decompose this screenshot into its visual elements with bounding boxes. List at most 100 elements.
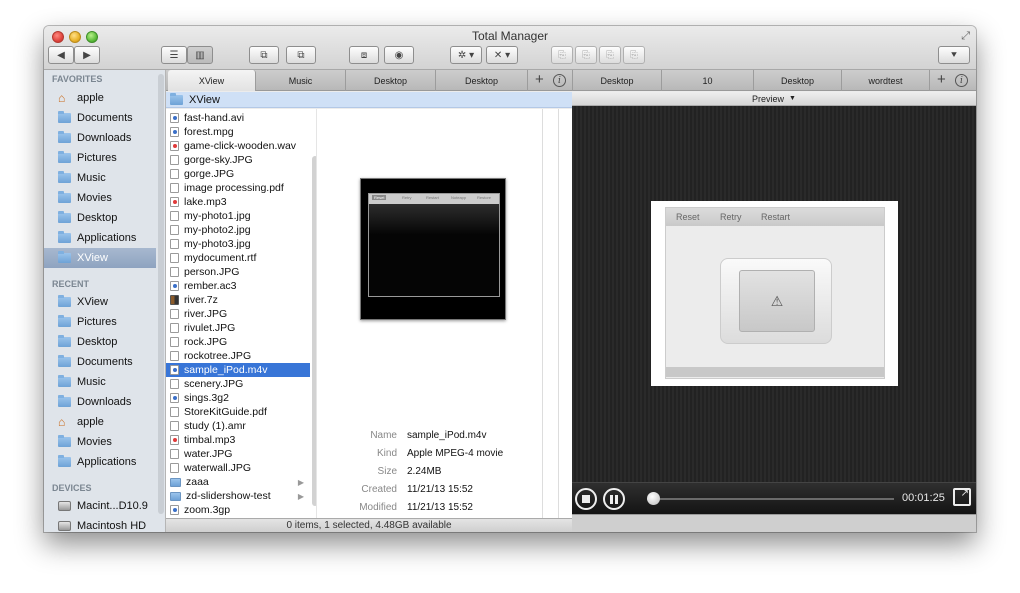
tab-right-4[interactable]: wordtest [842,70,930,91]
list-item[interactable]: study (1).amr [166,419,310,433]
list-item[interactable]: zoom.3gp [166,503,310,517]
back-button[interactable]: ◀ [48,46,74,64]
window-title: Total Manager [471,29,549,43]
tab-right-1[interactable]: Desktop [572,70,662,91]
sidebar-item-documents[interactable]: Documents [44,108,156,128]
export-icon[interactable]: ↗ [953,488,971,506]
action-menu-button[interactable]: ✲ ▾ [450,46,482,64]
sidebar-item-desktop[interactable]: Desktop [44,208,156,228]
list-item[interactable]: rock.JPG [166,335,310,349]
list-item[interactable]: scenery.JPG [166,377,310,391]
doc-button-4[interactable]: ⎘ [623,46,645,64]
recent-item-apple[interactable]: ⌂ apple [44,412,156,432]
forward-button[interactable]: ▶ [74,46,100,64]
tab-left-1[interactable]: XView [168,70,256,91]
sidebar-item-pictures[interactable]: Pictures [44,148,156,168]
add-tab-left-icon[interactable]: + [535,71,544,88]
add-tab-right-icon[interactable]: + [937,71,946,88]
terminal-button[interactable]: ⧈ [349,46,379,64]
folder-icon [58,295,71,307]
path-bar[interactable]: XView [166,92,572,108]
quicklook-button[interactable]: ◉ [384,46,414,64]
progress-track[interactable] [647,498,894,500]
recent-item-movies[interactable]: Movies [44,432,156,452]
list-item[interactable]: water.JPG [166,447,310,461]
copy-path-button[interactable]: ⧉ [249,46,279,64]
list-item[interactable]: StoreKitGuide.pdf [166,405,310,419]
doc-button-2[interactable]: ⎘ [575,46,597,64]
folder-icon [58,395,71,407]
column-divider[interactable] [558,109,559,518]
sidebar-scrollbar[interactable] [158,74,164,514]
sidebar-item-apple[interactable]: ⌂ apple [44,88,156,108]
recent-item-pictures[interactable]: Pictures [44,312,156,332]
sidebar-item-xview[interactable]: XView [44,248,156,268]
list-item[interactable]: timbal.mp3 [166,433,310,447]
list-item[interactable]: river.JPG [166,307,310,321]
doc-button-1[interactable]: ⎘ [551,46,573,64]
image-file-icon [170,155,179,165]
image-file-icon [170,225,179,235]
folder-icon [170,92,183,105]
devices-header: DEVICES [52,483,92,493]
tab-right-2[interactable]: 10 [662,70,754,91]
list-item[interactable]: forest.mpg [166,125,310,139]
preview-header[interactable]: Preview ▼ [572,92,976,106]
video-file-icon [170,365,179,375]
tab-info-left-icon[interactable]: i [553,74,566,87]
recent-item-xview[interactable]: XView [44,292,156,312]
tab-info-right-icon[interactable]: i [955,74,968,87]
list-item[interactable]: my-photo2.jpg [166,223,310,237]
copy-name-button[interactable]: ⧉ [286,46,316,64]
tools-menu-button[interactable]: ✕ ▾ [486,46,518,64]
list-item[interactable]: waterwall.JPG [166,461,310,475]
column-view-button[interactable]: ▥ [187,46,213,64]
sidebar-item-movies[interactable]: Movies [44,188,156,208]
device-item-macintosh-hd[interactable]: Macintosh HD [44,516,156,532]
list-item[interactable]: fast-hand.avi [166,111,310,125]
list-item[interactable]: rockotree.JPG [166,349,310,363]
folder-item[interactable]: zaaa ▶ [166,475,310,489]
file-thumbnail: Reset Retry Restart Noteapp Restore [360,178,506,320]
sidebar-item-applications[interactable]: Applications [44,228,156,248]
stop-button[interactable] [575,488,597,510]
recent-item-downloads[interactable]: Downloads [44,392,156,412]
recent-item-music[interactable]: Music [44,372,156,392]
list-item[interactable]: my-photo1.jpg [166,209,310,223]
list-item[interactable]: rivulet.JPG [166,321,310,335]
folder-icon [58,455,71,467]
doc-button-3[interactable]: ⎘ [599,46,621,64]
list-item-selected[interactable]: sample_iPod.m4v [166,363,310,377]
list-item[interactable]: my-photo3.jpg [166,237,310,251]
right-status-bar [572,514,976,532]
list-item[interactable]: gorge.JPG [166,167,310,181]
folder-icon [58,191,71,203]
tab-left-2[interactable]: Music [256,70,346,91]
recent-item-documents[interactable]: Documents [44,352,156,372]
recent-item-desktop[interactable]: Desktop [44,332,156,352]
column-divider[interactable] [542,109,543,518]
recent-item-applications[interactable]: Applications [44,452,156,472]
sidebar-item-downloads[interactable]: Downloads [44,128,156,148]
list-item[interactable]: river.7z [166,293,310,307]
sidebar-item-music[interactable]: Music [44,168,156,188]
list-item[interactable]: person.JPG [166,265,310,279]
pause-button[interactable] [603,488,625,510]
progress-knob[interactable] [646,492,660,505]
list-item[interactable]: gorge-sky.JPG [166,153,310,167]
tab-left-4[interactable]: Desktop [436,70,528,91]
list-item[interactable]: rember.ac3 [166,279,310,293]
list-item[interactable]: lake.mp3 [166,195,310,209]
list-item[interactable]: sings.3g2 [166,391,310,405]
menu-button[interactable]: ⯆ [938,46,970,64]
device-item-macintosh-d10-9[interactable]: Macint...D10.9 [44,496,156,516]
list-view-button[interactable]: ☰ [161,46,187,64]
fullscreen-icon[interactable]: ⤢ [961,30,970,43]
folder-item[interactable]: zd-slidershow-test ▶ [166,489,310,503]
list-item[interactable]: game-click-wooden.wav [166,139,310,153]
list-item[interactable]: image processing.pdf [166,181,310,195]
list-item[interactable]: mydocument.rtf [166,251,310,265]
image-file-icon [170,379,179,389]
tab-left-3[interactable]: Desktop [346,70,436,91]
tab-right-3[interactable]: Desktop [754,70,842,91]
